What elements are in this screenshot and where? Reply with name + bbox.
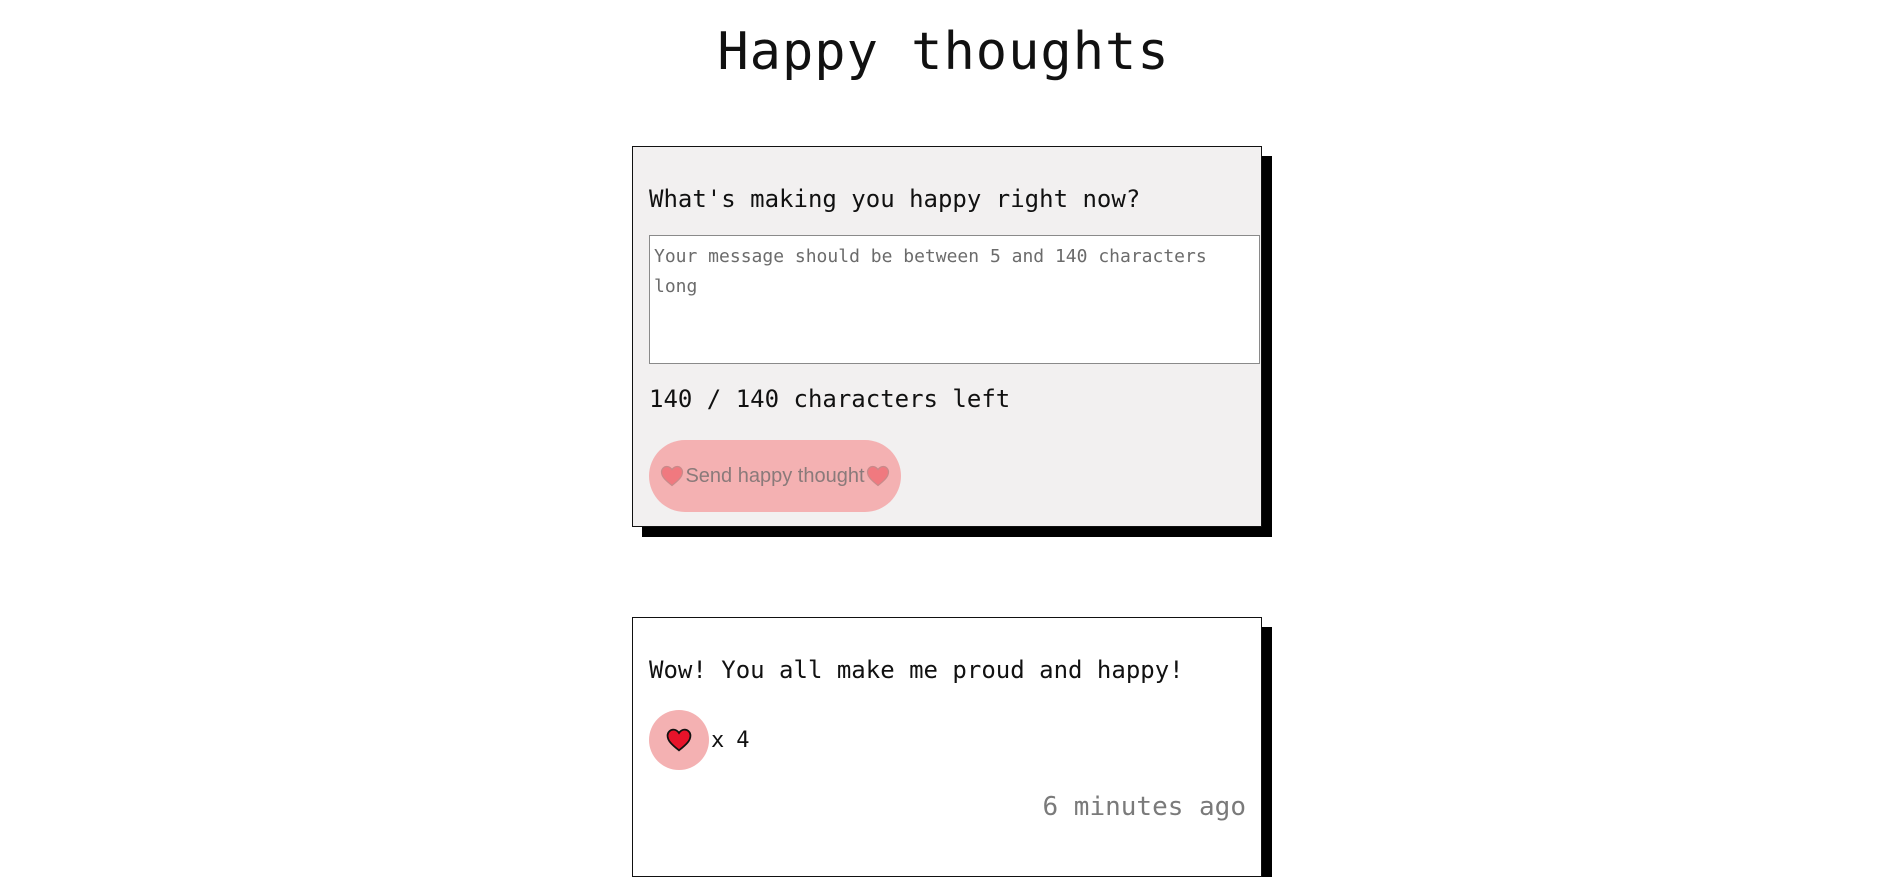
- char-counter: 140 / 140 characters left: [649, 385, 1011, 413]
- thought-card: Wow! You all make me proud and happy! x …: [632, 617, 1262, 877]
- thought-message: Wow! You all make me proud and happy!: [649, 656, 1184, 684]
- like-count: x 4: [711, 728, 750, 753]
- send-happy-thought-button[interactable]: Send happy thought: [649, 440, 901, 512]
- heart-icon: [865, 465, 891, 487]
- like-count-value: 4: [736, 727, 750, 753]
- page-title: Happy thoughts: [717, 22, 1170, 82]
- message-input[interactable]: [649, 235, 1260, 364]
- thought-form: What's making you happy right now? 140 /…: [632, 146, 1262, 527]
- send-button-label: Send happy thought: [685, 464, 865, 487]
- like-row: x 4: [649, 710, 750, 770]
- thought-timestamp: 6 minutes ago: [1042, 792, 1247, 822]
- like-button[interactable]: [649, 710, 709, 770]
- form-question: What's making you happy right now?: [649, 185, 1141, 213]
- heart-icon: [665, 728, 693, 752]
- heart-icon: [659, 465, 685, 487]
- like-count-prefix: x: [711, 727, 725, 753]
